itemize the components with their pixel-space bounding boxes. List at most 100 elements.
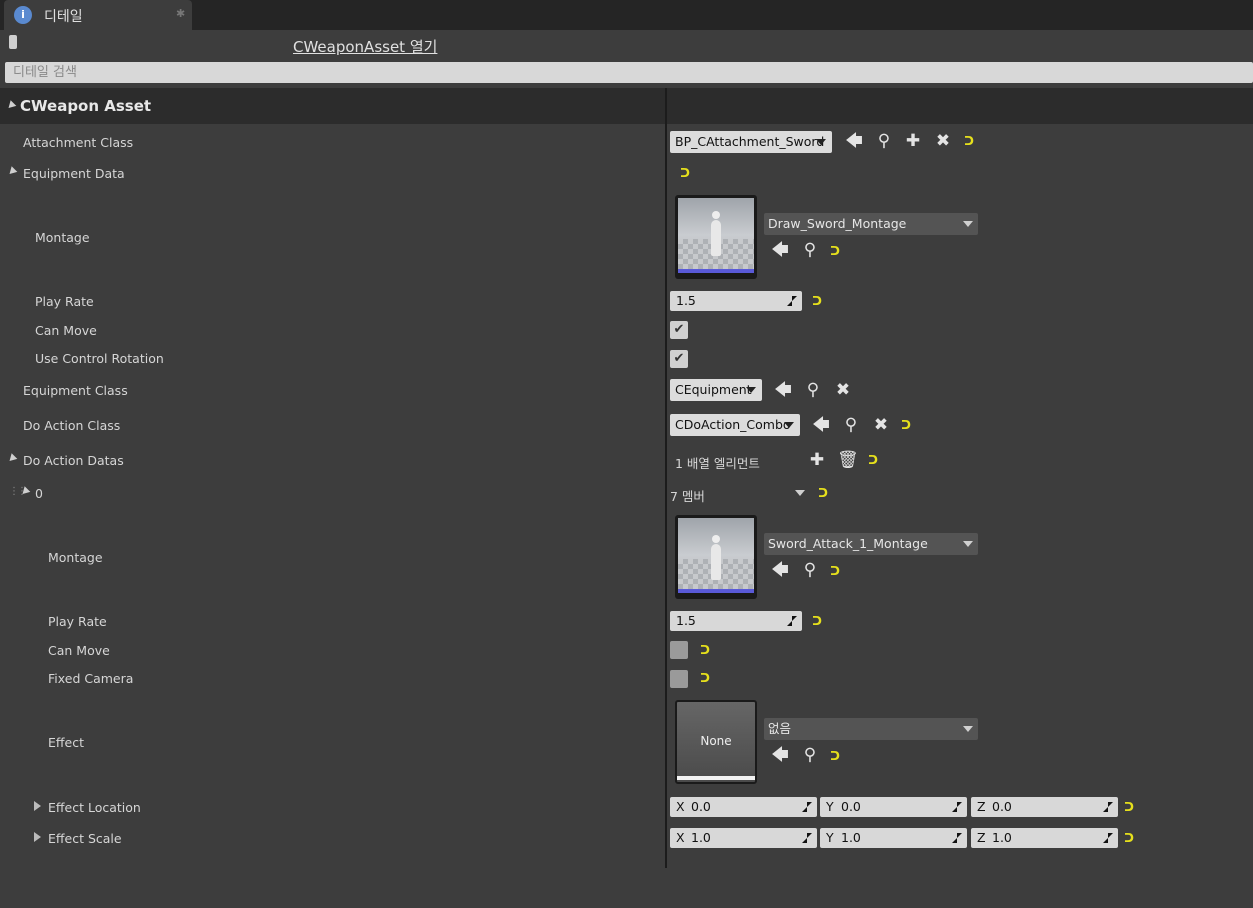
reset-to-default-icon[interactable]: ᑐ [1122,831,1136,845]
expand-arrow-icon[interactable] [34,801,41,811]
effect-scale-label: Effect Scale [48,831,122,846]
spin-drag-icon[interactable] [802,802,812,812]
equipment-data-label: Equipment Data [23,166,125,181]
use-selected-back-icon[interactable]: 🡄 [770,745,790,765]
effect-location-y-input[interactable]: Y 0.0 [820,797,967,817]
spin-drag-icon[interactable] [802,833,812,843]
spin-drag-icon[interactable] [787,616,797,626]
search-input[interactable] [5,62,1253,83]
member-count-text: 7 멤버 [670,489,705,504]
use-selected-back-icon[interactable]: 🡄 [844,131,864,151]
do-action-class-label: Do Action Class [23,418,121,433]
use-selected-back-icon[interactable]: 🡄 [770,240,790,260]
effect-thumbnail[interactable]: None [675,700,757,784]
use-selected-back-icon[interactable]: 🡄 [811,415,831,435]
clear-icon[interactable]: ✖ [833,380,853,400]
open-asset-link[interactable]: CWeaponAsset 열기 [293,36,437,57]
info-icon: i [14,6,32,24]
element-menu-chevron-icon[interactable] [795,490,805,496]
reset-to-default-icon[interactable]: ᑐ [828,749,842,763]
fixed-camera-label: Fixed Camera [48,671,134,686]
montage-asset-value: Sword_Attack_1_Montage [768,536,928,551]
spin-drag-icon[interactable] [952,802,962,812]
array-index-label: 0 [35,486,43,501]
spin-drag-icon[interactable] [952,833,962,843]
montage-asset-value: Draw_Sword_Montage [768,216,907,231]
play-rate-input[interactable]: 1.5 [670,611,802,631]
attachment-class-combo[interactable]: BP_CAttachment_Sword [670,131,832,153]
fixed-camera-checkbox[interactable] [670,670,688,688]
reset-to-default-icon[interactable]: ᑐ [810,294,824,308]
montage-asset-combo[interactable]: Draw_Sword_Montage [764,213,978,235]
can-move-checkbox[interactable]: ✔ [670,321,688,339]
effect-label: Effect [48,735,84,750]
add-element-icon[interactable]: ✚ [807,450,827,470]
use-control-rotation-checkbox[interactable]: ✔ [670,350,688,368]
reset-to-default-icon[interactable]: ᑐ [899,418,913,432]
expand-arrow-icon[interactable] [6,453,18,464]
browse-search-icon[interactable]: ⚲ [800,560,820,580]
tab-details[interactable]: i 디테일 ✱ [4,0,192,30]
column-divider[interactable] [665,88,667,868]
effect-scale-y-input[interactable]: Y 1.0 [820,828,967,848]
do-action-class-combo[interactable]: CDoAction_Combo [670,414,800,436]
reset-to-default-icon[interactable]: ᑐ [962,134,976,148]
reset-to-default-icon[interactable]: ᑐ [678,166,692,180]
reset-to-default-icon[interactable]: ᑐ [698,643,712,657]
spin-drag-icon[interactable] [787,296,797,306]
clear-icon[interactable]: ✖ [871,415,891,435]
spin-drag-icon[interactable] [1103,802,1113,812]
tab-close-icon[interactable]: ✱ [176,7,185,20]
browse-search-icon[interactable]: ⚲ [803,380,823,400]
tab-label: 디테일 [44,9,83,25]
play-rate-label: Play Rate [35,294,94,309]
can-move-label: Can Move [35,323,97,338]
chevron-down-icon [816,139,826,145]
browse-search-icon[interactable]: ⚲ [800,745,820,765]
chevron-down-icon [746,387,756,393]
montage-thumbnail[interactable] [675,515,757,599]
spin-drag-icon[interactable] [1103,833,1113,843]
chevron-down-icon [963,726,973,732]
lock-icon[interactable] [9,35,17,49]
chevron-down-icon [963,221,973,227]
play-rate-label: Play Rate [48,614,107,629]
montage-label: Montage [35,230,90,245]
use-selected-back-icon[interactable]: 🡄 [773,380,793,400]
play-rate-value: 1.5 [676,293,696,308]
add-icon[interactable]: ✚ [903,131,923,151]
reset-to-default-icon[interactable]: ᑐ [698,671,712,685]
details-search-box[interactable] [5,62,1253,83]
reset-to-default-icon[interactable]: ᑐ [816,486,830,500]
expand-arrow-icon[interactable] [34,832,41,842]
reset-to-default-icon[interactable]: ᑐ [1122,800,1136,814]
reset-to-default-icon[interactable]: ᑐ [828,564,842,578]
category-header[interactable] [0,88,1253,124]
clear-icon[interactable]: ✖ [933,131,953,151]
can-move-checkbox[interactable] [670,641,688,659]
effect-location-z-input[interactable]: Z 0.0 [971,797,1118,817]
browse-search-icon[interactable]: ⚲ [841,415,861,435]
reset-to-default-icon[interactable]: ᑐ [828,244,842,258]
can-move-label: Can Move [48,643,110,658]
montage-thumbnail[interactable] [675,195,757,279]
play-rate-value: 1.5 [676,613,696,628]
use-selected-back-icon[interactable]: 🡄 [770,560,790,580]
equipment-class-combo[interactable]: CEquipment [670,379,762,401]
reset-to-default-icon[interactable]: ᑐ [866,453,880,467]
expand-arrow-icon[interactable] [6,166,18,177]
play-rate-input[interactable]: 1.5 [670,291,802,311]
equipment-class-label: Equipment Class [23,383,128,398]
reset-to-default-icon[interactable]: ᑐ [810,614,824,628]
montage-asset-combo[interactable]: Sword_Attack_1_Montage [764,533,978,555]
browse-search-icon[interactable]: ⚲ [800,240,820,260]
category-title: CWeapon Asset [20,97,152,115]
effect-location-x-input[interactable]: X 0.0 [670,797,817,817]
effect-scale-z-input[interactable]: Z 1.0 [971,828,1118,848]
trash-icon[interactable]: 🗑 [837,450,859,470]
effect-scale-x-input[interactable]: X 1.0 [670,828,817,848]
attachment-class-label: Attachment Class [23,135,134,150]
browse-search-icon[interactable]: ⚲ [874,131,894,151]
effect-asset-combo[interactable]: 없음 [764,718,978,740]
do-action-datas-label: Do Action Datas [23,453,124,468]
